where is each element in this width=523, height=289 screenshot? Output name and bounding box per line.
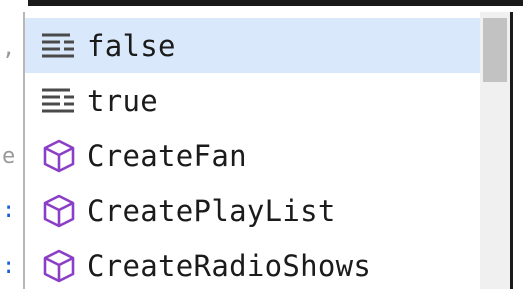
keyword-icon [39,28,79,64]
completion-item-false[interactable]: false [25,18,480,73]
method-cube-icon [39,138,79,174]
editor-area: , e : : false true CreateFan CreatePlayL… [0,0,523,289]
editor-text-fragment: : [2,198,16,223]
completion-item-createradioshows[interactable]: CreateRadioShows [25,238,480,289]
autocomplete-popup: false true CreateFan CreatePlayList Crea… [23,12,513,289]
completion-item-label: CreateFan [87,138,247,173]
editor-text-fragment: : [2,254,16,279]
completion-item-createplaylist[interactable]: CreatePlayList [25,183,480,238]
completion-item-label: true [87,83,159,118]
scrollbar-thumb[interactable] [483,18,507,82]
editor-text-fragment: e [2,144,16,169]
completion-item-label: false [87,28,176,63]
completion-list: false true CreateFan CreatePlayList Crea… [25,18,480,289]
completion-item-createfan[interactable]: CreateFan [25,128,480,183]
keyword-icon [39,83,79,119]
editor-text-fragment: , [2,36,16,61]
scrollbar-track[interactable] [480,12,510,289]
completion-item-label: CreateRadioShows [87,248,372,283]
top-border [0,0,523,6]
completion-item-true[interactable]: true [25,73,480,128]
completion-item-label: CreatePlayList [87,193,336,228]
method-cube-icon [39,193,79,229]
method-cube-icon [39,248,79,284]
